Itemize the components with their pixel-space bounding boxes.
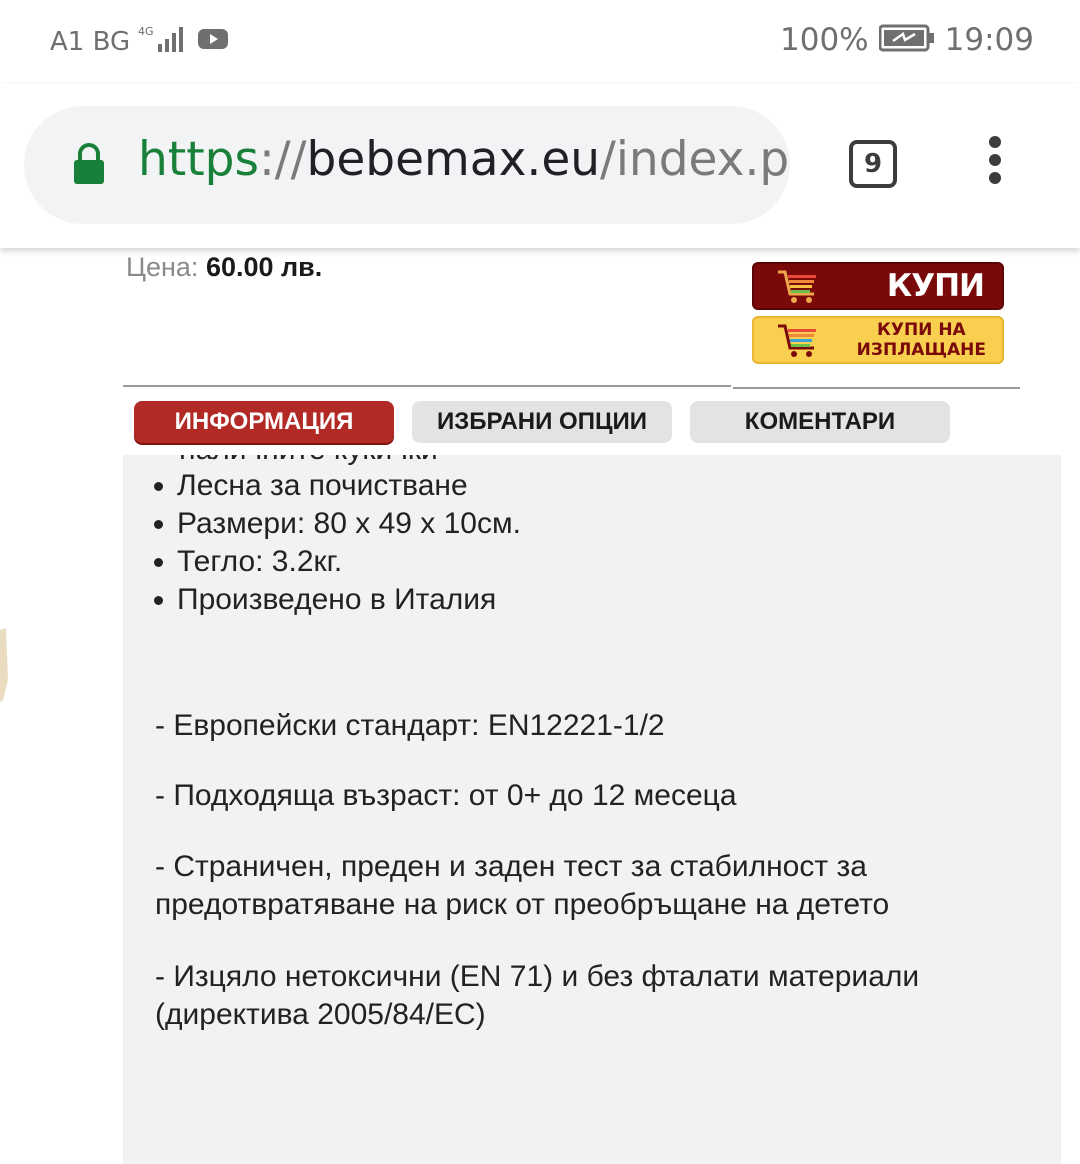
spec-stability-line2: предотвратяване на риск от преобръщане н…	[155, 888, 890, 921]
divider	[733, 387, 1020, 389]
shopping-cart-icon	[776, 268, 822, 311]
battery-charging-icon	[878, 24, 935, 57]
buy-button-label: КУПИ	[886, 268, 985, 304]
url-host: bebemax.eu	[306, 132, 601, 187]
list-item: Произведено в Италия	[147, 581, 521, 619]
spec-standard: - Европейски стандарт: EN12221-1/2	[155, 709, 665, 742]
svg-text:4G: 4G	[138, 25, 154, 38]
price-value: 60.00 лв.	[205, 252, 323, 282]
list-item: Тегло: 3.2кг.	[147, 543, 521, 581]
signal-icon: 4G	[138, 24, 190, 59]
tab-selected-options[interactable]: ИЗБРАНИ ОПЦИИ	[412, 401, 672, 443]
tab-comments[interactable]: КОМЕНТАРИ	[690, 401, 950, 443]
installments-label-line2: ИЗПЛАЩАНЕ	[856, 340, 986, 360]
spec-age: - Подходяща възраст: от 0+ до 12 месеца	[155, 779, 737, 812]
url-separator: ://	[258, 132, 307, 187]
product-image-edge	[0, 620, 10, 740]
status-right: 100% 19:09	[780, 22, 1034, 58]
clock: 19:09	[944, 22, 1034, 58]
browser-menu-icon[interactable]	[980, 136, 1010, 196]
price-line: Цена: 60.00 лв.	[126, 252, 322, 283]
features-list: Лесна за почистване Размери: 80 x 49 x 1…	[147, 467, 521, 619]
status-left: A1 BG 4G	[50, 24, 229, 59]
tab-information[interactable]: ИНФОРМАЦИЯ	[134, 401, 394, 443]
spec-stability-line1: - Страничен, преден и заден тест за стаб…	[155, 850, 867, 883]
tab-switcher-button[interactable]: 9	[849, 140, 897, 188]
installments-label: КУПИ НА ИЗПЛАЩАНЕ	[857, 320, 986, 360]
url-path: /index.ph	[600, 132, 790, 187]
shopping-cart-icon	[776, 322, 822, 365]
address-bar[interactable]: https://bebemax.eu/index.ph	[24, 106, 790, 224]
list-item: Размери: 80 x 49 x 10см.	[147, 505, 521, 543]
url-scheme: https	[138, 132, 259, 187]
list-item: Лесна за почистване	[147, 467, 521, 505]
installments-label-line1: КУПИ НА	[876, 320, 966, 340]
divider	[123, 385, 731, 387]
battery-percent: 100%	[780, 22, 869, 58]
buy-button[interactable]: КУПИ	[752, 262, 1004, 310]
price-label: Цена:	[126, 252, 199, 282]
status-bar: A1 BG 4G 100% 19:09	[0, 0, 1080, 84]
carrier-name: A1 BG	[50, 26, 131, 57]
description-panel: наличните кукички Лесна за почистване Ра…	[123, 455, 1061, 1164]
url-text[interactable]: https://bebemax.eu/index.ph	[138, 132, 790, 187]
spec-materials-line1: - Изцяло нетоксични (EN 71) и без фталат…	[155, 960, 920, 993]
description-cut-line: наличните кукички	[179, 455, 438, 467]
browser-toolbar: https://bebemax.eu/index.ph 9	[0, 84, 1080, 248]
tab-count: 9	[863, 149, 883, 179]
buy-on-installments-button[interactable]: КУПИ НА ИЗПЛАЩАНЕ	[752, 316, 1004, 364]
lock-icon[interactable]	[72, 142, 106, 191]
spec-materials-line2: (директива 2005/84/ЕС)	[155, 998, 486, 1031]
youtube-notification-icon	[198, 28, 229, 55]
